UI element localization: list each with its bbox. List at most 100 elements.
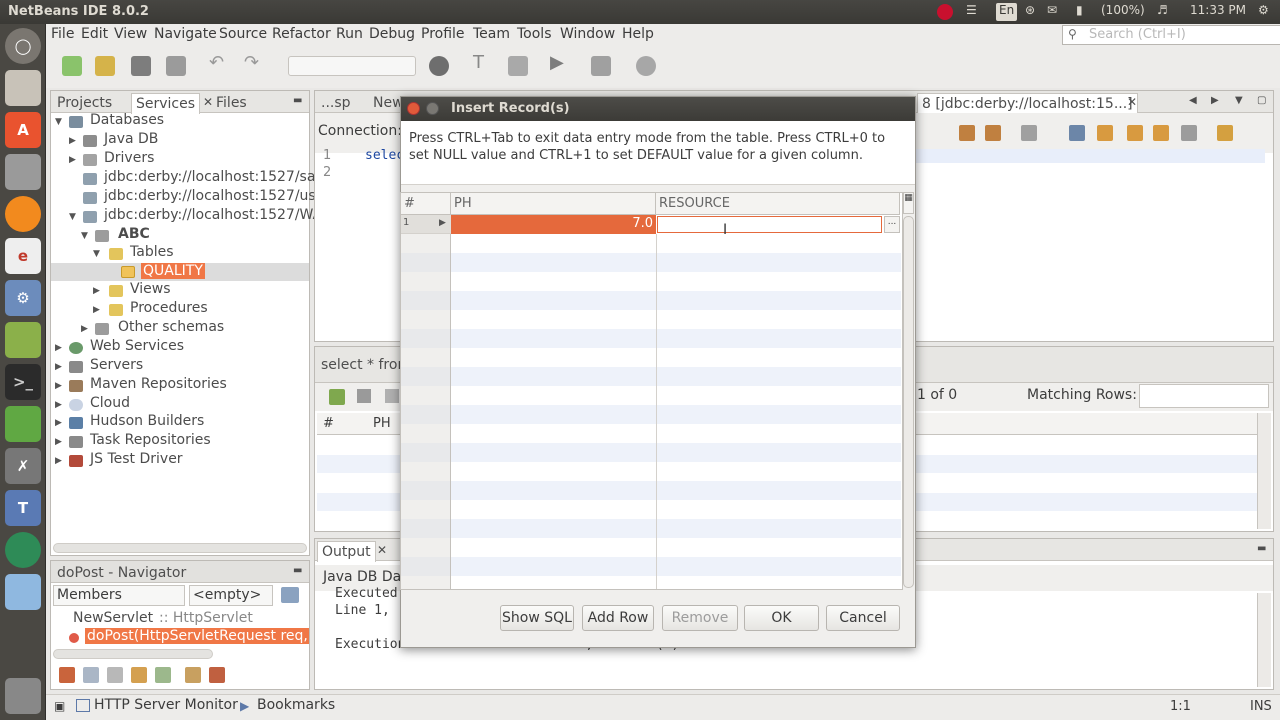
menu-view[interactable]: View [114, 26, 147, 42]
scroll-right-icon[interactable]: ▶ [1207, 93, 1223, 108]
column-header-index[interactable]: # [401, 193, 451, 215]
collapse-toggle-icon[interactable]: ▶ [55, 362, 62, 372]
nav-filter-icon[interactable] [107, 667, 123, 683]
new-project-icon[interactable] [95, 56, 115, 76]
collapse-toggle-icon[interactable]: ▶ [55, 418, 62, 428]
menu-debug[interactable]: Debug [369, 26, 415, 42]
find-prev-icon[interactable] [1097, 125, 1113, 141]
maximize-icon[interactable]: ▢ [1253, 93, 1270, 108]
filter-icon[interactable] [281, 587, 299, 603]
expand-toggle-icon[interactable]: ▼ [69, 212, 76, 222]
sql-option-icon[interactable] [985, 125, 1001, 141]
debug-icon[interactable] [591, 56, 611, 76]
tree-item[interactable]: Drivers [104, 150, 154, 166]
profile-icon[interactable] [636, 56, 656, 76]
minimize-icon[interactable]: ▬ [289, 93, 306, 108]
nav-filter-icon[interactable] [59, 667, 75, 683]
horizontal-scrollbar[interactable] [53, 649, 213, 659]
sql-code[interactable]: selec [365, 148, 404, 163]
tree-item[interactable]: jdbc:derby://localhost:1527/WA [104, 207, 322, 223]
trash-icon[interactable] [5, 678, 41, 714]
column-header-ph[interactable]: PH [451, 193, 656, 215]
delete-record-icon[interactable] [357, 389, 371, 403]
record-indicator-icon[interactable] [937, 4, 953, 20]
tree-item[interactable]: Java DB [104, 131, 158, 147]
save-all-icon[interactable] [166, 56, 186, 76]
tree-item[interactable]: Servers [90, 357, 143, 373]
commit-icon[interactable] [385, 389, 399, 403]
nav-filter-icon[interactable] [83, 667, 99, 683]
tab-services[interactable]: Services [131, 93, 201, 114]
collapse-toggle-icon[interactable]: ▶ [69, 155, 76, 165]
scroll-left-icon[interactable]: ◀ [1185, 93, 1201, 108]
menu-edit[interactable]: Edit [81, 26, 108, 42]
build-hammer-icon[interactable]: T [473, 52, 493, 73]
open-project-icon[interactable] [131, 56, 151, 76]
tree-item[interactable]: jdbc:derby://localhost:1527/sam [104, 169, 329, 185]
archive-icon[interactable] [5, 322, 41, 358]
menu-team[interactable]: Team [473, 26, 510, 42]
shift-icon[interactable] [1217, 125, 1233, 141]
new-file-icon[interactable] [62, 56, 82, 76]
menu-help[interactable]: Help [622, 26, 654, 42]
find-next-icon[interactable] [1127, 125, 1143, 141]
power-gear-icon[interactable]: ⚙ [1258, 3, 1269, 21]
expand-toggle-icon[interactable]: ▼ [93, 249, 100, 259]
tree-item-selected[interactable]: QUALITY [141, 263, 205, 279]
tools-icon[interactable]: ✗ [5, 448, 41, 484]
horizontal-scrollbar[interactable] [53, 543, 307, 553]
tree-item[interactable]: ABC [118, 226, 150, 242]
sql-history-icon[interactable] [959, 125, 975, 141]
method-item[interactable]: doPost(HttpServletRequest req, H [85, 628, 309, 644]
close-tab-icon[interactable]: ✕ [373, 541, 391, 559]
mail-icon[interactable]: ✉ [1047, 3, 1057, 21]
resource-cell-editor[interactable] [657, 216, 882, 233]
collapse-toggle-icon[interactable]: ▶ [55, 456, 62, 466]
tree-item[interactable]: Tables [130, 244, 174, 260]
tree-item[interactable]: Other schemas [118, 319, 224, 335]
eclipse-icon[interactable]: e [5, 238, 41, 274]
nav-filter-icon[interactable] [155, 667, 171, 683]
http-monitor-tab[interactable]: HTTP Server Monitor [94, 697, 238, 713]
ok-button[interactable]: OK [744, 605, 819, 631]
text-editor-icon[interactable]: T [5, 490, 41, 526]
column-header[interactable]: # [323, 416, 334, 431]
disk-icon[interactable] [5, 154, 41, 190]
menu-window[interactable]: Window [560, 26, 615, 42]
battery-icon[interactable]: ▮ [1076, 3, 1083, 21]
menu-tools[interactable]: Tools [517, 26, 552, 42]
minimize-icon[interactable]: ▬ [1253, 541, 1270, 556]
menu-profile[interactable]: Profile [421, 26, 465, 42]
class-item[interactable]: NewServlet [73, 610, 153, 626]
tab-output[interactable]: Output [317, 541, 376, 562]
tree-item[interactable]: jdbc:derby://localhost:1527/use [104, 188, 324, 204]
members-select[interactable]: Members [53, 585, 185, 606]
tab-projects[interactable]: Projects [53, 93, 116, 113]
tree-item[interactable]: JS Test Driver [90, 451, 183, 467]
toggle-rect-icon[interactable] [1181, 125, 1197, 141]
files-icon[interactable] [5, 70, 41, 106]
collapse-toggle-icon[interactable]: ▶ [55, 400, 62, 410]
undo-icon[interactable]: ↶ [209, 52, 229, 73]
minimize-window-icon[interactable] [426, 102, 439, 115]
configuration-select[interactable] [288, 56, 416, 76]
restore-icon[interactable]: ▣ [54, 699, 65, 713]
settings-icon[interactable]: ⚙ [5, 280, 41, 316]
collapse-toggle-icon[interactable]: ▶ [55, 343, 62, 353]
collapse-toggle-icon[interactable]: ▶ [69, 136, 76, 146]
nav-filter-icon[interactable] [131, 667, 147, 683]
cancel-button[interactable]: Cancel [826, 605, 900, 631]
column-chooser-icon[interactable]: ▦ [903, 192, 914, 214]
tree-item[interactable]: Web Services [90, 338, 184, 354]
menu-refactor[interactable]: Refactor [272, 26, 331, 42]
nav-filter-icon[interactable] [209, 667, 225, 683]
column-header-resource[interactable]: RESOURCE [656, 193, 900, 215]
add-row-button[interactable]: Add Row [582, 605, 654, 631]
vertical-scrollbar[interactable] [1257, 593, 1271, 687]
output-subtab[interactable]: Java DB Dat [323, 569, 407, 585]
clean-build-icon[interactable] [508, 56, 528, 76]
bluetooth-icon[interactable]: ⊛ [1025, 3, 1035, 21]
tree-item[interactable]: Procedures [130, 300, 208, 316]
tree-item[interactable]: Hudson Builders [90, 413, 204, 429]
editor-tab[interactable]: ...sp [317, 93, 355, 113]
